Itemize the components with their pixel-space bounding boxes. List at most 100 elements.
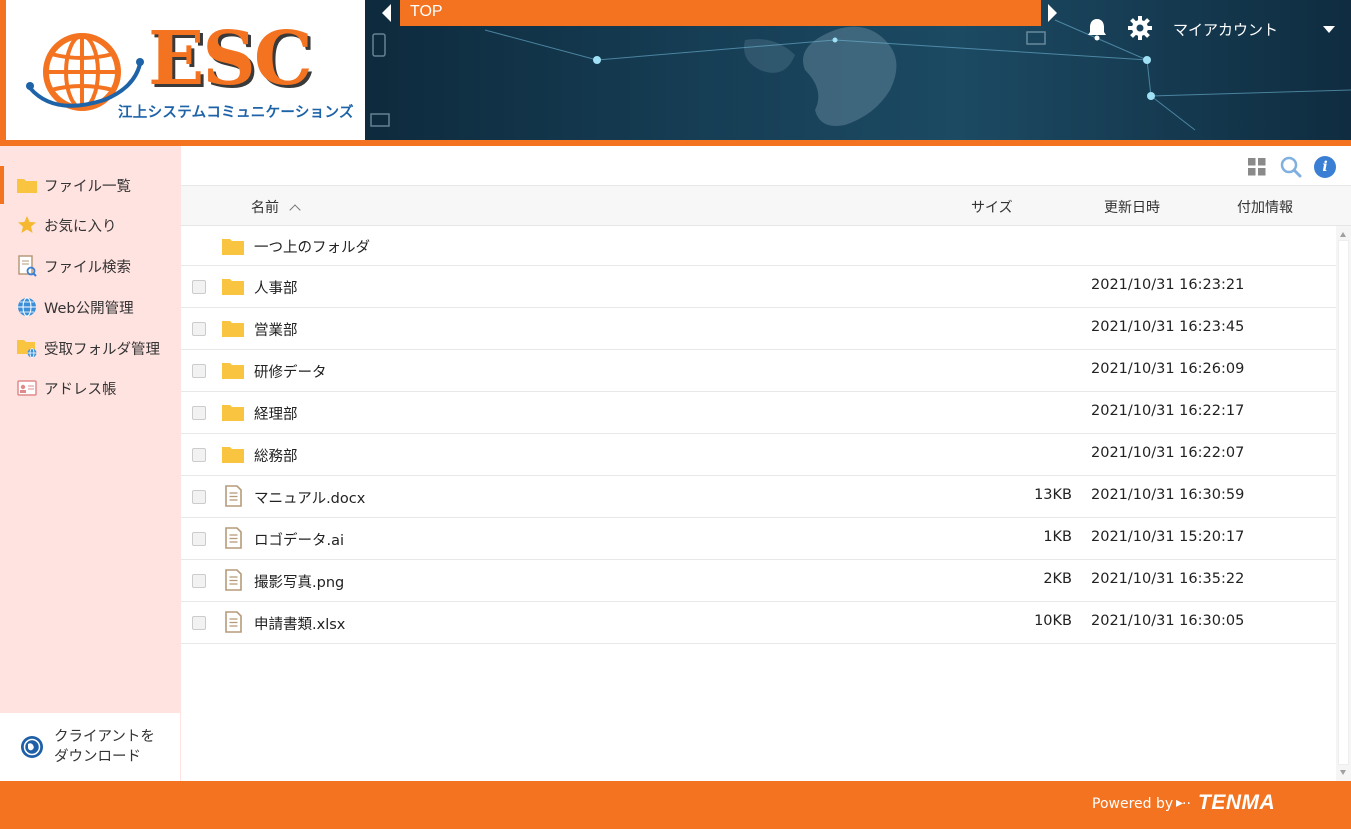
tenma-logo-icon: ▸ <box>1176 795 1184 811</box>
row-checkbox[interactable] <box>192 448 206 462</box>
scrollbar-thumb[interactable] <box>1338 240 1349 765</box>
parent-folder-row[interactable]: 一つ上のフォルダ <box>181 226 1336 266</box>
row-checkbox[interactable] <box>192 574 206 588</box>
sidebar-item-address-book[interactable]: アドレス帳 <box>0 369 181 407</box>
row-name[interactable]: 申請書類.xlsx <box>254 613 345 634</box>
table-row[interactable]: 申請書類.xlsx 10KB 2021/10/31 16:30:05 <box>181 602 1336 644</box>
table-row[interactable]: 経理部 2021/10/31 16:22:17 <box>181 392 1336 434</box>
sidebar-item-file-search[interactable]: ファイル検索 <box>0 247 181 285</box>
column-extra-header[interactable]: 付加情報 <box>1237 197 1293 217</box>
client-download-globe-icon <box>21 736 43 758</box>
row-name[interactable]: 撮影写真.png <box>254 571 344 592</box>
row-date: 2021/10/31 16:26:09 <box>1091 361 1245 377</box>
row-date: 2021/10/31 16:30:59 <box>1091 487 1245 503</box>
sidebar-item-file-list[interactable]: ファイル一覧 <box>0 166 181 204</box>
folder-icon <box>222 405 244 421</box>
row-date: 2021/10/31 15:20:17 <box>1091 529 1245 545</box>
row-date: 2021/10/31 16:23:45 <box>1091 319 1245 335</box>
search-icon[interactable] <box>1280 156 1302 178</box>
file-list: 一つ上のフォルダ 人事部 2021/10/31 16:23:21 営業部 2021/1… <box>181 226 1336 644</box>
folder-icon <box>222 279 244 295</box>
info-icon[interactable]: i <box>1314 156 1336 178</box>
table-row[interactable]: 営業部 2021/10/31 16:23:45 <box>181 308 1336 350</box>
folder-globe-icon <box>16 337 38 359</box>
sidebar-item-label: ファイル一覧 <box>44 178 131 195</box>
row-size: 13KB <box>1034 487 1072 503</box>
row-size: 1KB <box>1043 529 1072 545</box>
company-name: 江上システムコミュニケーションズ <box>118 105 354 121</box>
globe-icon <box>16 296 38 318</box>
table-header: 名前 サイズ 更新日時 付加情報 <box>181 186 1351 226</box>
row-date: 2021/10/31 16:23:21 <box>1091 277 1245 293</box>
column-name-label: 名前 <box>251 200 279 216</box>
gear-icon[interactable] <box>1128 16 1152 40</box>
column-name-header[interactable]: 名前 <box>251 197 301 217</box>
sidebar-item-web-publish[interactable]: Web公開管理 <box>0 288 181 326</box>
row-checkbox[interactable] <box>192 364 206 378</box>
folder-icon <box>222 321 244 337</box>
row-size: 10KB <box>1034 613 1072 629</box>
row-name[interactable]: 人事部 <box>254 277 298 298</box>
folder-icon <box>222 239 244 255</box>
toolbar: i <box>181 146 1351 186</box>
table-row[interactable]: ロゴデータ.ai 1KB 2021/10/31 15:20:17 <box>181 518 1336 560</box>
sidebar-item-label: お気に入り <box>44 218 117 235</box>
folder-icon <box>222 447 244 463</box>
scroll-down-arrow[interactable] <box>1340 770 1346 775</box>
main-panel: i 名前 サイズ 更新日時 付加情報 一つ上のフォルダ 人事部 2021/10/3… <box>181 146 1351 781</box>
my-account-menu[interactable]: マイアカウント <box>1173 19 1278 40</box>
row-name[interactable]: マニュアル.docx <box>254 487 365 508</box>
breadcrumb[interactable]: TOP <box>400 0 1041 26</box>
row-checkbox[interactable] <box>192 280 206 294</box>
tenma-logo: TENMA <box>1198 791 1276 814</box>
sidebar: ファイル一覧 お気に入り ファイル検索 Web公開管理 受取フォルダ管理 アドレ… <box>0 146 181 781</box>
file-icon <box>225 485 242 507</box>
client-download-line1: クライアントを <box>54 729 155 745</box>
sort-ascending-icon[interactable] <box>289 204 301 216</box>
table-row[interactable]: 人事部 2021/10/31 16:23:21 <box>181 266 1336 308</box>
row-size: 2KB <box>1043 571 1072 587</box>
sidebar-item-receive-folder[interactable]: 受取フォルダ管理 <box>0 329 181 367</box>
row-date: 2021/10/31 16:22:07 <box>1091 445 1245 461</box>
breadcrumb-back-arrow[interactable] <box>382 4 391 22</box>
file-search-icon <box>16 255 38 277</box>
row-date: 2021/10/31 16:22:17 <box>1091 403 1245 419</box>
logo[interactable]: ESC 江上システムコミュニケーションズ <box>6 0 365 140</box>
row-checkbox[interactable] <box>192 322 206 336</box>
row-name[interactable]: 経理部 <box>254 403 298 424</box>
row-checkbox[interactable] <box>192 616 206 630</box>
sidebar-item-label: Web公開管理 <box>44 300 134 317</box>
chevron-down-icon[interactable] <box>1323 26 1335 33</box>
star-icon <box>16 214 38 236</box>
row-name[interactable]: 総務部 <box>254 445 298 466</box>
bell-icon[interactable] <box>1086 17 1108 41</box>
row-name[interactable]: 営業部 <box>254 319 298 340</box>
scrollbar[interactable] <box>1336 226 1351 781</box>
row-name[interactable]: 研修データ <box>254 361 327 382</box>
sidebar-item-label: アドレス帳 <box>44 381 117 398</box>
grid-view-icon[interactable] <box>1248 158 1266 176</box>
file-icon <box>225 569 242 591</box>
column-updated-header[interactable]: 更新日時 <box>1104 197 1160 217</box>
table-row[interactable]: 撮影写真.png 2KB 2021/10/31 16:35:22 <box>181 560 1336 602</box>
column-size-header[interactable]: サイズ <box>971 197 1013 217</box>
scroll-up-arrow[interactable] <box>1340 232 1346 237</box>
header: ESC 江上システムコミュニケーションズ TOP マイアカウント <box>0 0 1351 146</box>
sidebar-item-favorites[interactable]: お気に入り <box>0 206 181 244</box>
client-download-line2: ダウンロード <box>54 749 141 765</box>
row-checkbox[interactable] <box>192 406 206 420</box>
address-card-icon <box>16 377 38 399</box>
row-date: 2021/10/31 16:30:05 <box>1091 613 1245 629</box>
file-icon <box>225 611 242 633</box>
sidebar-item-label: 受取フォルダ管理 <box>44 341 160 358</box>
folder-icon <box>16 174 38 196</box>
row-checkbox[interactable] <box>192 490 206 504</box>
table-row[interactable]: 総務部 2021/10/31 16:22:07 <box>181 434 1336 476</box>
client-download-button[interactable]: クライアントを ダウンロード <box>0 713 180 781</box>
table-row[interactable]: マニュアル.docx 13KB 2021/10/31 16:30:59 <box>181 476 1336 518</box>
breadcrumb-forward-arrow[interactable] <box>1048 4 1057 22</box>
file-icon <box>225 527 242 549</box>
row-name[interactable]: ロゴデータ.ai <box>254 529 344 550</box>
row-checkbox[interactable] <box>192 532 206 546</box>
table-row[interactable]: 研修データ 2021/10/31 16:26:09 <box>181 350 1336 392</box>
